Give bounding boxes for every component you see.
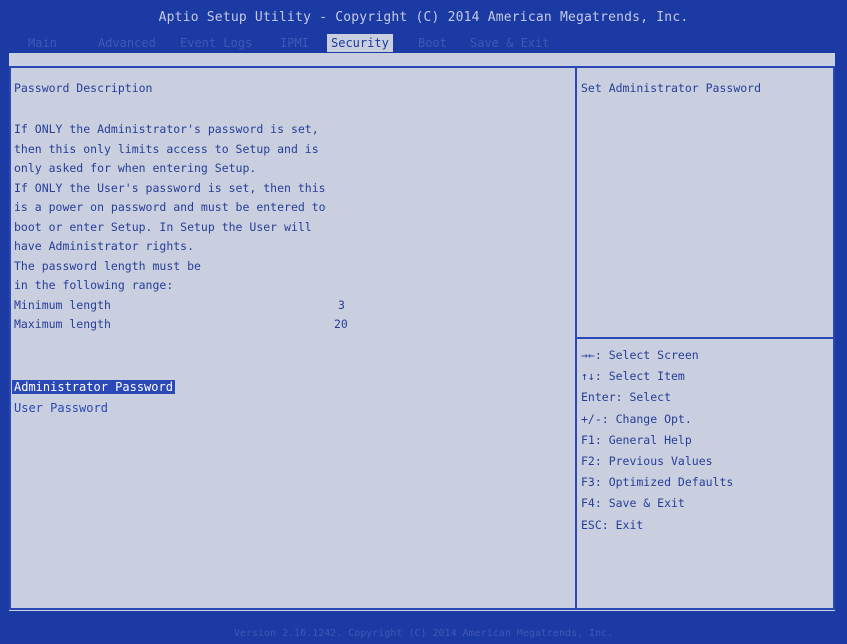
administrator-password-item[interactable]: Administrator Password [12, 380, 175, 394]
description-line: boot or enter Setup. In Setup the User w… [14, 219, 312, 234]
key-hint: →←: Select Screen [581, 348, 699, 362]
help-divider [575, 337, 835, 339]
description-line: then this only limits access to Setup an… [14, 141, 319, 156]
key-hint: F4: Save & Exit [581, 496, 685, 511]
key-hint: F2: Previous Values [581, 453, 713, 468]
tab-save-exit[interactable]: Save & Exit [470, 34, 549, 52]
description-line: If ONLY the User's password is set, then… [14, 180, 326, 195]
description-line: The password length must be [14, 258, 201, 273]
description-line: in the following range: [14, 278, 174, 292]
key-legend: →←: Select Screen ↑↓: Select Item Enter:… [581, 345, 733, 536]
max-length-label: Maximum length [14, 317, 111, 331]
description-line: is a power on password and must be enter… [14, 200, 326, 214]
footer-bar: Version 2.16.1242. Copyright (C) 2014 Am… [0, 614, 847, 644]
key-hint: Enter: Select [581, 390, 672, 405]
tab-main[interactable]: Main [28, 34, 57, 52]
tab-security[interactable]: Security [327, 34, 393, 52]
key-hint: +/-: Change Opt. [581, 411, 692, 426]
version-text: Version 2.16.1242. Copyright (C) 2014 Am… [233, 628, 614, 639]
max-length-value: 20 [334, 317, 348, 331]
header-bar: Aptio Setup Utility - Copyright (C) 2014… [0, 0, 847, 52]
tab-bar: Main Advanced Event Logs IPMI Security B… [0, 34, 847, 52]
key-hint: ESC: Exit [581, 517, 644, 532]
tab-advanced[interactable]: Advanced [98, 34, 156, 52]
frame-top-line [9, 66, 835, 68]
help-text: Set Administrator Password [581, 81, 762, 95]
key-hint: F1: General Help [581, 432, 692, 447]
frame-bottom-line [9, 608, 835, 610]
key-hint: F3: Optimized Defaults [581, 475, 734, 490]
tab-ipmi[interactable]: IPMI [280, 34, 309, 52]
key-hint: ↑↓: Select Item [581, 369, 685, 384]
app-title: Aptio Setup Utility - Copyright (C) 2014… [158, 10, 689, 25]
description-line: have Administrator rights. [14, 239, 195, 253]
tab-boot[interactable]: Boot [418, 34, 447, 52]
user-password-item[interactable]: User Password [14, 401, 108, 415]
min-length-label: Minimum length [14, 298, 111, 312]
password-description: If ONLY the Administrator's password is … [14, 122, 564, 322]
tab-event-logs[interactable]: Event Logs [180, 34, 252, 52]
min-length-value: 3 [338, 298, 345, 312]
section-title: Password Description [14, 81, 153, 95]
description-line: only asked for when entering Setup. [14, 161, 257, 175]
description-line: If ONLY the Administrator's password is … [14, 122, 319, 136]
frame-left-line [9, 66, 11, 610]
